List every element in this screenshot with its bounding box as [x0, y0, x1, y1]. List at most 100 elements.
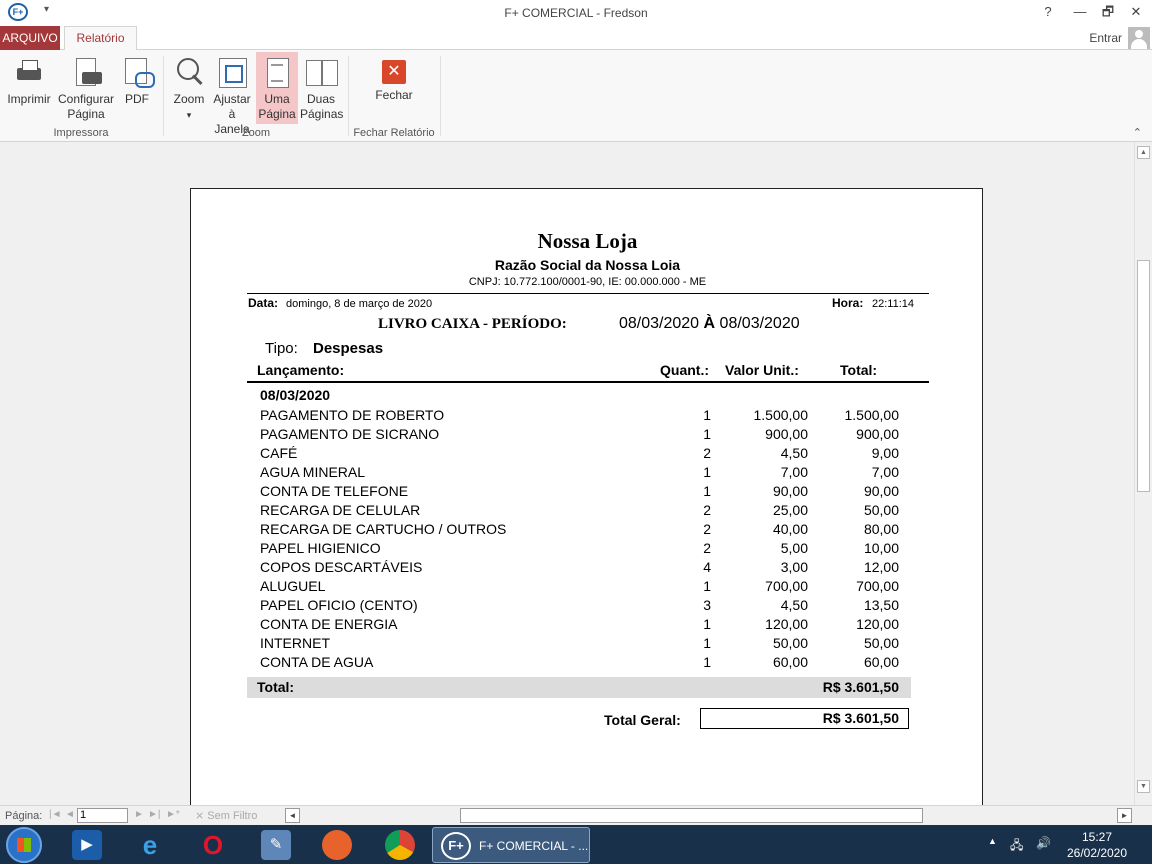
opera-icon[interactable]: O [198, 830, 228, 860]
entry-quantity: 2 [703, 445, 711, 461]
page-setup-button[interactable]: Configurar Página [56, 52, 116, 124]
internet-explorer-icon[interactable]: e [135, 830, 165, 860]
entry-unit-value: 120,00 [765, 616, 808, 632]
close-report-button[interactable]: ✕ Fechar [370, 52, 418, 124]
header-divider [247, 293, 929, 294]
entry-description: PAGAMENTO DE SICRANO [260, 426, 440, 442]
entry-description: RECARGA DE CARTUCHO / OUTROS [260, 521, 507, 537]
period-end: 08/03/2020 [719, 315, 800, 332]
filter-label: Sem Filtro [207, 810, 258, 822]
time-value: 22:11:14 [872, 298, 915, 310]
media-player-icon[interactable]: ▶ [72, 830, 102, 860]
fit-window-button[interactable]: Ajustar à Janela [210, 52, 254, 136]
next-page-icon[interactable]: ► [134, 809, 144, 820]
title-bar: F+ ▾ F+ COMERCIAL - Fredson ? — 🗗 ✕ [0, 0, 1152, 26]
clock-date: 26/02/2020 [1066, 846, 1128, 860]
entry-unit-value: 5,00 [780, 540, 808, 556]
entry-total: 700,00 [856, 578, 899, 594]
two-pages-button[interactable]: Duas Páginas [300, 52, 343, 124]
table-row: CONTA DE TELEFONE 1 90,00 90,00 [191, 483, 984, 502]
fit-window-icon [216, 56, 248, 88]
single-page-icon [261, 56, 293, 88]
one-page-label-2: Página [258, 107, 296, 121]
group-close-label: Fechar Relatório [353, 127, 435, 139]
entry-total: 120,00 [856, 616, 899, 632]
horizontal-scroll-thumb[interactable] [460, 808, 923, 823]
user-avatar-icon[interactable] [1128, 27, 1150, 49]
total-value: R$ 3.601,50 [822, 679, 899, 695]
entry-quantity: 1 [703, 654, 711, 670]
chrome-icon[interactable] [385, 830, 415, 860]
volume-icon[interactable]: 🔊 [1036, 836, 1051, 850]
help-button[interactable]: ? [1034, 0, 1062, 26]
scroll-down-icon[interactable]: ▼ [1137, 780, 1150, 793]
fit-label-1: Ajustar [213, 92, 251, 106]
entry-unit-value: 900,00 [765, 426, 808, 442]
print-button[interactable]: Imprimir [4, 52, 54, 124]
entry-total: 10,00 [863, 540, 899, 556]
tab-file[interactable]: ARQUIVO [0, 26, 60, 50]
prev-page-icon[interactable]: ◄ [65, 809, 75, 820]
page-setup-icon [70, 56, 102, 88]
entry-quantity: 2 [703, 502, 711, 518]
grand-total-label: Total Geral: [604, 712, 681, 728]
scroll-right-icon[interactable]: ► [1117, 808, 1132, 823]
entry-total: 1.500,00 [844, 407, 900, 423]
entry-quantity: 1 [703, 426, 711, 442]
firefox-icon[interactable] [322, 830, 352, 860]
last-page-icon[interactable]: ►| [148, 809, 161, 820]
zoom-button[interactable]: Zoom ▾ [170, 52, 208, 124]
fplus-app-icon: F+ [441, 832, 471, 860]
collapse-ribbon-icon[interactable]: ⌃ [1133, 126, 1142, 139]
entry-quantity: 1 [703, 616, 711, 632]
pdf-button[interactable]: PDF [118, 52, 156, 124]
table-row: INTERNET 1 50,00 50,00 [191, 635, 984, 654]
restore-button[interactable]: 🗗 [1094, 0, 1122, 26]
taskbar-item-fcomercial[interactable]: F+ F+ COMERCIAL - ... [432, 827, 590, 863]
scroll-up-icon[interactable]: ▲ [1137, 146, 1150, 159]
record-navigation-bar: Página: |◄ ◄ 1 ► ►| ►* ⨯ Sem Filtro ◄ ► [0, 805, 1152, 825]
ribbon-tabs: ARQUIVO Relatório Entrar [0, 26, 1152, 51]
taskbar: ▶ e O ✎ F+ F+ COMERCIAL - ... ▲ 🖧 🔊 15:2… [0, 825, 1152, 864]
network-icon[interactable]: 🖧 [1010, 836, 1023, 857]
entry-quantity: 1 [703, 635, 711, 651]
one-page-label-1: Uma [264, 92, 290, 106]
vertical-scrollbar[interactable]: ▲ ▼ [1134, 142, 1152, 805]
start-button[interactable] [6, 827, 42, 863]
notepad-icon[interactable]: ✎ [261, 830, 291, 860]
new-record-icon[interactable]: ►* [166, 809, 180, 820]
columns-divider [247, 381, 929, 383]
first-page-icon[interactable]: |◄ [49, 809, 62, 820]
entry-total: 9,00 [871, 445, 899, 461]
entry-description: ALUGUEL [260, 578, 326, 594]
table-row: CONTA DE ENERGIA 1 120,00 120,00 [191, 616, 984, 635]
entry-unit-value: 7,00 [780, 464, 808, 480]
entry-quantity: 1 [703, 578, 711, 594]
date-group-header: 08/03/2020 [260, 387, 331, 403]
entry-total: 50,00 [863, 502, 899, 518]
entry-total: 50,00 [863, 635, 899, 651]
clock-time: 15:27 [1081, 830, 1113, 844]
entry-unit-value: 25,00 [772, 502, 808, 518]
tray-overflow-icon[interactable]: ▲ [988, 836, 997, 846]
entry-description: CONTA DE ENERGIA [260, 616, 398, 632]
one-page-button[interactable]: Uma Página [256, 52, 298, 124]
entry-unit-value: 700,00 [765, 578, 808, 594]
minimize-button[interactable]: — [1066, 0, 1094, 26]
close-window-button[interactable]: ✕ [1122, 0, 1150, 26]
entry-unit-value: 40,00 [772, 521, 808, 537]
scroll-thumb[interactable] [1137, 260, 1150, 492]
entry-unit-value: 4,50 [780, 597, 808, 613]
group-separator [163, 56, 164, 136]
date-value: domingo, 8 de março de 2020 [286, 298, 433, 310]
system-clock[interactable]: 15:27 26/02/2020 [1062, 829, 1132, 861]
page-number-input[interactable]: 1 [77, 808, 128, 823]
filter-status[interactable]: ⨯ Sem Filtro [195, 809, 257, 822]
scroll-left-icon[interactable]: ◄ [285, 808, 300, 823]
pdf-label: PDF [125, 92, 149, 106]
report-viewport: Nossa Loja Razão Social da Nossa Loia CN… [0, 142, 1134, 805]
period-separator: À [703, 315, 716, 332]
signin-link[interactable]: Entrar [1089, 31, 1122, 45]
tab-report[interactable]: Relatório [64, 26, 137, 51]
entry-total: 7,00 [871, 464, 899, 480]
